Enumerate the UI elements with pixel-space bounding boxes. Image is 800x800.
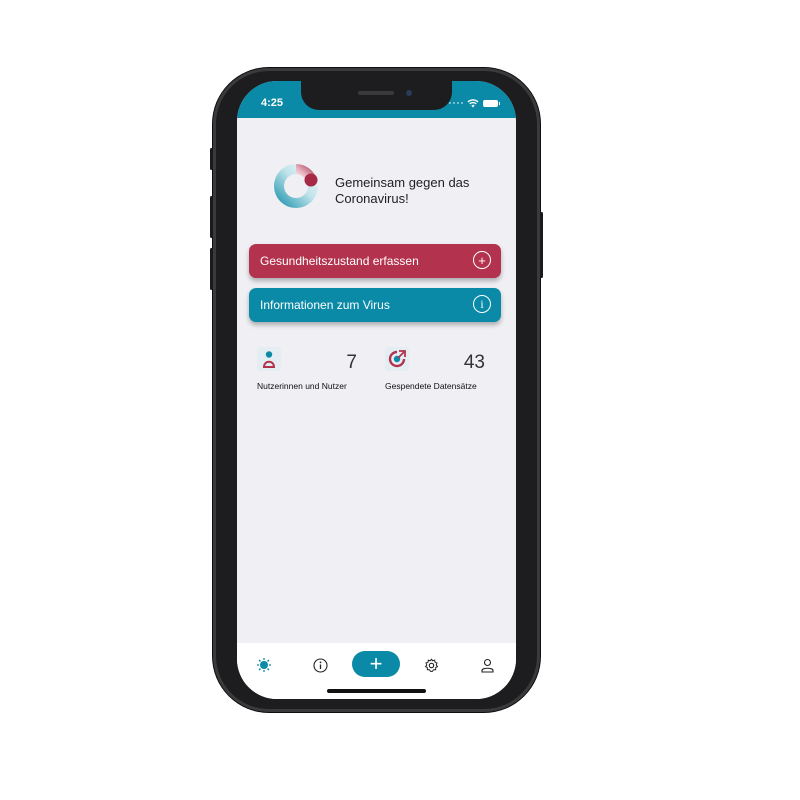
volume-up-button xyxy=(210,196,213,238)
mute-switch xyxy=(210,148,213,170)
tab-info[interactable] xyxy=(308,653,332,677)
plus-icon: + xyxy=(369,651,383,676)
tab-settings[interactable] xyxy=(419,653,443,677)
power-button xyxy=(540,212,543,278)
tagline: Gemeinsam gegen das Coronavirus! xyxy=(335,175,470,206)
virus-icon xyxy=(257,658,271,672)
volume-down-button xyxy=(210,248,213,290)
info-icon xyxy=(312,657,328,673)
wifi-icon xyxy=(467,98,479,107)
battery-icon xyxy=(483,99,500,107)
donate-data-icon xyxy=(385,347,409,371)
virus-info-label: Informationen zum Virus xyxy=(260,298,390,312)
speaker-grille xyxy=(358,91,394,95)
app-screen: 4:25 Gemeinsam gegen das Coronavirus! Ge… xyxy=(237,81,516,699)
plus-circle-icon: + xyxy=(473,251,491,269)
home-indicator xyxy=(327,689,426,693)
front-camera xyxy=(406,90,412,96)
status-time: 4:25 xyxy=(261,97,284,109)
notch xyxy=(301,81,452,110)
app-logo-icon xyxy=(274,164,318,208)
tab-virus[interactable] xyxy=(252,653,276,677)
users-stat: 7 Nutzerinnen und Nutzer xyxy=(257,347,357,395)
info-circle-icon: i xyxy=(473,295,491,313)
users-label: Nutzerinnen und Nutzer xyxy=(257,381,347,391)
users-count: 7 xyxy=(346,352,357,373)
system-icons xyxy=(449,98,500,108)
datasets-count: 43 xyxy=(463,352,485,373)
tab-profile[interactable] xyxy=(475,653,499,677)
gear-icon xyxy=(424,657,438,672)
signal-icon xyxy=(449,102,463,104)
report-health-label: Gesundheitszustand erfassen xyxy=(260,254,419,268)
tab-bar: + xyxy=(237,643,516,699)
report-health-button[interactable]: Gesundheitszustand erfassen + xyxy=(249,244,501,278)
virus-info-button[interactable]: Informationen zum Virus i xyxy=(249,288,501,322)
datasets-stat: 43 Gespendete Datensätze xyxy=(385,347,485,395)
tab-add-button[interactable]: + xyxy=(352,651,400,677)
phone-frame: 4:25 Gemeinsam gegen das Coronavirus! Ge… xyxy=(210,68,543,712)
person-icon xyxy=(480,658,494,673)
datasets-label: Gespendete Datensätze xyxy=(385,381,477,391)
person-icon xyxy=(257,347,281,371)
